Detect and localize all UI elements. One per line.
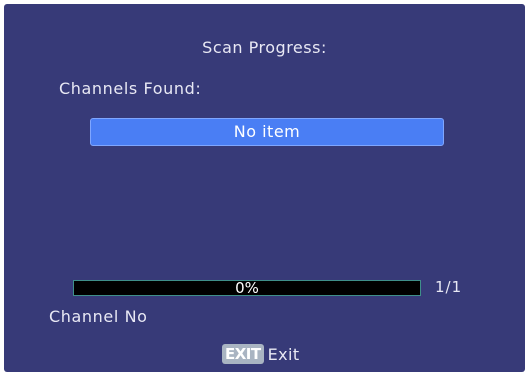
page-counter: 1/1 — [435, 278, 463, 296]
channel-list-item[interactable]: No item — [90, 118, 444, 146]
exit-hint[interactable]: EXIT Exit — [222, 342, 300, 366]
exit-key-icon[interactable]: EXIT — [222, 344, 264, 364]
scan-progress-screen: Scan Progress: Channels Found: No item 0… — [4, 4, 525, 372]
scan-progress-bar: 0% — [73, 279, 421, 297]
channels-found-label: Channels Found: — [59, 79, 202, 98]
page-title: Scan Progress: — [202, 38, 327, 57]
exit-label: Exit — [267, 344, 300, 364]
channel-no-label: Channel No — [49, 307, 148, 326]
channel-list-empty-text: No item — [233, 122, 301, 141]
scan-progress-percent: 0% — [235, 279, 259, 297]
